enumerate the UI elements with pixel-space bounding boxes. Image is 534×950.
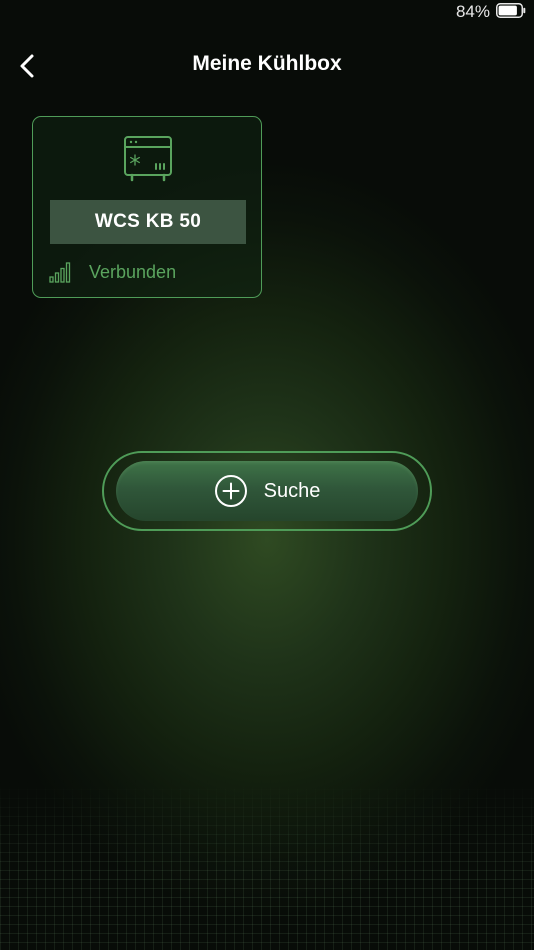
app-screen: 84% Meine Kühlbox WCS KB 50 Verbunden Su… [0, 0, 534, 950]
status-bar: 84% [0, 0, 534, 24]
battery-percent: 84% [455, 2, 490, 21]
battery-icon [496, 3, 526, 18]
cool-box-icon [124, 136, 172, 182]
device-card-wcs-kb-50[interactable]: WCS KB 50 Verbunden [32, 116, 262, 298]
signal-strength-icon [49, 262, 71, 283]
background-grid [0, 780, 534, 950]
search-button-inner: Suche [116, 461, 418, 521]
search-button[interactable]: Suche [102, 451, 432, 531]
page-title: Meine Kühlbox [192, 52, 342, 75]
plus-circle-icon [214, 475, 247, 507]
device-name: WCS KB 50 [94, 211, 202, 232]
search-label: Suche [263, 479, 321, 502]
device-name-box: WCS KB 50 [50, 200, 246, 244]
device-status: Verbunden [89, 262, 177, 282]
